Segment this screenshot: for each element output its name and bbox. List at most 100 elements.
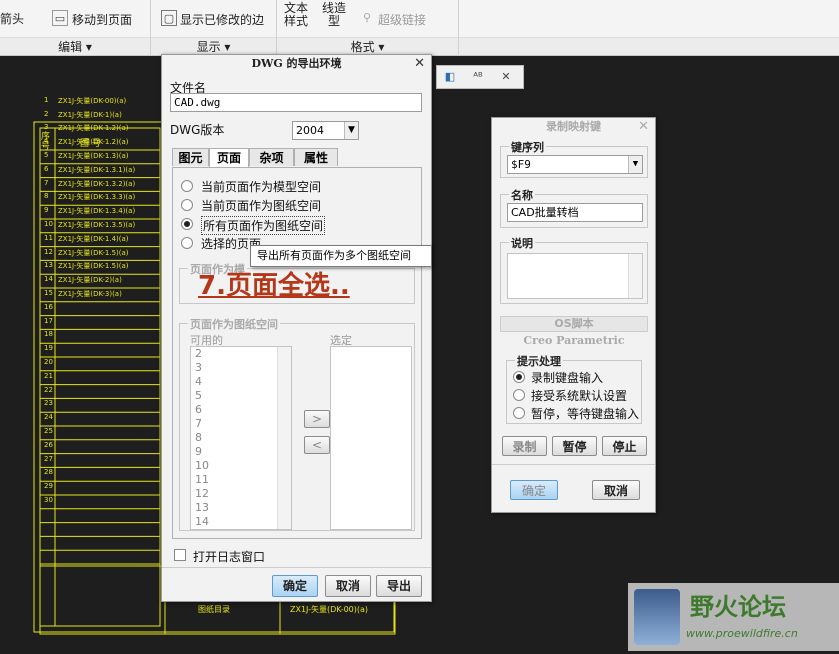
tab-entities[interactable]: 图元 bbox=[172, 148, 209, 166]
list-item[interactable]: 8 bbox=[191, 431, 291, 445]
tab-bar: 图元 页面 杂项 属性 bbox=[172, 148, 422, 168]
table-row-number: 23 bbox=[44, 399, 53, 408]
move-to-page-button[interactable]: 移动到页面 bbox=[72, 11, 132, 28]
list-item[interactable]: 12 bbox=[191, 487, 291, 501]
cancel-button[interactable]: 取消 bbox=[325, 575, 371, 597]
list-item[interactable]: 3 bbox=[191, 361, 291, 375]
list-item[interactable]: 14 bbox=[191, 515, 291, 529]
chevron-down-icon[interactable]: ▼ bbox=[628, 156, 642, 173]
group-display[interactable]: 显示 ▾ bbox=[151, 37, 276, 55]
table-row-number: 24 bbox=[44, 413, 53, 422]
group-format[interactable]: 格式 ▾ bbox=[277, 37, 458, 55]
stop-button[interactable]: 停止 bbox=[602, 436, 647, 456]
move-right-button[interactable]: > bbox=[304, 410, 330, 428]
available-pages-list[interactable]: 2 3 4 5 6 7 8 9 10 11 12 13 14 bbox=[190, 346, 292, 530]
prompt-option-label[interactable]: 暂停，等待键盘输入 bbox=[531, 405, 639, 422]
dwg-export-title-text: DWG 的导出环境 bbox=[251, 57, 342, 70]
table-row-number: 20 bbox=[44, 358, 53, 366]
show-modified-edges-icon: ▢ bbox=[161, 10, 177, 26]
dwg-export-dialog: DWG 的导出环境 ✕ 文件名 CAD.dwg DWG版本 2004 ▼ 图元 … bbox=[161, 54, 432, 602]
show-modified-edges-button[interactable]: 显示已修改的边 bbox=[180, 11, 264, 28]
file-name-input[interactable]: CAD.dwg bbox=[170, 93, 422, 112]
table-row-number: 14 bbox=[44, 275, 53, 284]
page-option-label[interactable]: 当前页面作为图纸空间 bbox=[201, 197, 321, 214]
table-row-number: 7 bbox=[44, 178, 49, 187]
group-edit[interactable]: 编辑 ▾ bbox=[0, 37, 150, 55]
prompt-option-label[interactable]: 录制键盘输入 bbox=[531, 369, 603, 386]
available-pages-scrollbar[interactable] bbox=[277, 347, 291, 529]
list-item[interactable]: 13 bbox=[191, 501, 291, 515]
tab-properties[interactable]: 属性 bbox=[294, 148, 338, 166]
table-row: ZX1J-矢量(DK-1.2)(a) bbox=[58, 124, 129, 133]
tab-pages[interactable]: 页面 bbox=[209, 148, 249, 167]
list-item[interactable]: 11 bbox=[191, 473, 291, 487]
dwg-version-select[interactable]: 2004 ▼ bbox=[292, 121, 359, 140]
prompt-handling-frame: 提示处理 录制键盘输入 接受系统默认设置 暂停，等待键盘输入 bbox=[506, 353, 642, 424]
mapkey-cancel-button[interactable]: 取消 bbox=[592, 480, 640, 500]
list-item[interactable]: 9 bbox=[191, 445, 291, 459]
table-row: ZX1J-矢量(DK-3)(a) bbox=[58, 290, 122, 298]
record-button[interactable]: 录制 bbox=[502, 436, 547, 456]
mapkey-ok-button[interactable]: 确定 bbox=[510, 480, 558, 500]
page-option-label[interactable]: 当前页面作为模型空间 bbox=[201, 178, 321, 195]
page-option-radio[interactable] bbox=[181, 218, 193, 230]
footer-divider bbox=[492, 464, 655, 465]
no-display-icon[interactable]: ✕ bbox=[497, 69, 515, 87]
page-option-label[interactable]: 所有页面作为图纸空间 bbox=[201, 216, 326, 235]
close-icon[interactable]: ✕ bbox=[638, 118, 649, 136]
open-log-checkbox[interactable] bbox=[174, 549, 186, 561]
table-row-number: 28 bbox=[44, 468, 53, 477]
footer-divider bbox=[162, 567, 431, 568]
creo-tab[interactable]: Creo Parametric bbox=[500, 334, 648, 347]
prompt-option-radio[interactable] bbox=[513, 371, 525, 383]
table-row-number: 4 bbox=[44, 137, 49, 146]
record-mapkey-dialog: 录制映射键 ✕ 键序列 $F9 ▼ 名称 CAD批量转档 说明 OS脚本 Cre… bbox=[491, 117, 656, 513]
export-button[interactable]: 导出 bbox=[376, 575, 422, 597]
overlay-annotation: 7.页面全选.. bbox=[198, 271, 350, 301]
table-row-number: 26 bbox=[44, 440, 53, 449]
description-textarea[interactable] bbox=[507, 253, 643, 299]
prompt-option-radio[interactable] bbox=[513, 407, 525, 419]
arrow-button-fragment[interactable]: 箭头 bbox=[0, 10, 24, 27]
page-option-radio[interactable] bbox=[181, 237, 193, 249]
move-left-button[interactable]: < bbox=[304, 436, 330, 454]
os-script-tab[interactable]: OS脚本 bbox=[500, 316, 648, 332]
table-row: ZX1J-矢量(DK-2)(a) bbox=[58, 276, 122, 285]
key-sequence-input[interactable]: $F9 ▼ bbox=[507, 155, 643, 174]
key-sequence-value: $F9 bbox=[511, 158, 531, 171]
table-row: ZX1J-矢量(DK-1.5)(a) bbox=[58, 262, 129, 271]
dwg-version-value: 2004 bbox=[296, 124, 324, 137]
name-input[interactable]: CAD批量转档 bbox=[507, 203, 643, 222]
annotation-icon[interactable]: ᴬᴮ bbox=[469, 69, 487, 87]
list-item[interactable]: 2 bbox=[191, 347, 291, 361]
hyperlink-button[interactable]: 超级链接 bbox=[378, 11, 426, 28]
list-item[interactable]: 5 bbox=[191, 389, 291, 403]
close-icon[interactable]: ✕ bbox=[414, 55, 425, 73]
view-cube-icon[interactable]: ◧ bbox=[441, 69, 459, 87]
list-item[interactable]: 7 bbox=[191, 417, 291, 431]
prompt-option-radio[interactable] bbox=[513, 389, 525, 401]
paper-space-frame: 页面作为图纸空间 可用的 选定 2 3 4 5 6 7 8 9 10 11 12 13 14 > < bbox=[179, 316, 415, 531]
list-item[interactable]: 6 bbox=[191, 403, 291, 417]
mapkey-title-text: 录制映射键 bbox=[546, 120, 601, 133]
selected-pages-list[interactable] bbox=[330, 346, 412, 530]
prompt-option-label[interactable]: 接受系统默认设置 bbox=[531, 387, 627, 404]
ok-button[interactable]: 确定 bbox=[272, 575, 318, 597]
page-option-radio[interactable] bbox=[181, 180, 193, 192]
chevron-down-icon[interactable]: ▼ bbox=[344, 122, 358, 139]
paper-space-frame-title: 页面作为图纸空间 bbox=[188, 316, 280, 332]
watermark-title: 野火论坛 bbox=[690, 592, 786, 621]
description-scrollbar[interactable] bbox=[628, 254, 642, 298]
table-row-number: 8 bbox=[44, 192, 49, 201]
pause-button[interactable]: 暂停 bbox=[552, 436, 597, 456]
description-frame: 说明 bbox=[500, 235, 648, 304]
tab-misc[interactable]: 杂项 bbox=[249, 148, 294, 166]
list-item[interactable]: 4 bbox=[191, 375, 291, 389]
dwg-export-title: DWG 的导出环境 ✕ bbox=[162, 55, 431, 73]
table-row: ZX1J-矢量(DK-1.3.1)(a) bbox=[58, 165, 136, 174]
list-item[interactable]: 10 bbox=[191, 459, 291, 473]
page-option-radio[interactable] bbox=[181, 199, 193, 211]
text-style-label-line2: 样式 bbox=[284, 14, 309, 28]
text-style-button[interactable]: 文本 样式 bbox=[284, 2, 308, 28]
line-style-button[interactable]: 线造 型 bbox=[322, 2, 346, 28]
